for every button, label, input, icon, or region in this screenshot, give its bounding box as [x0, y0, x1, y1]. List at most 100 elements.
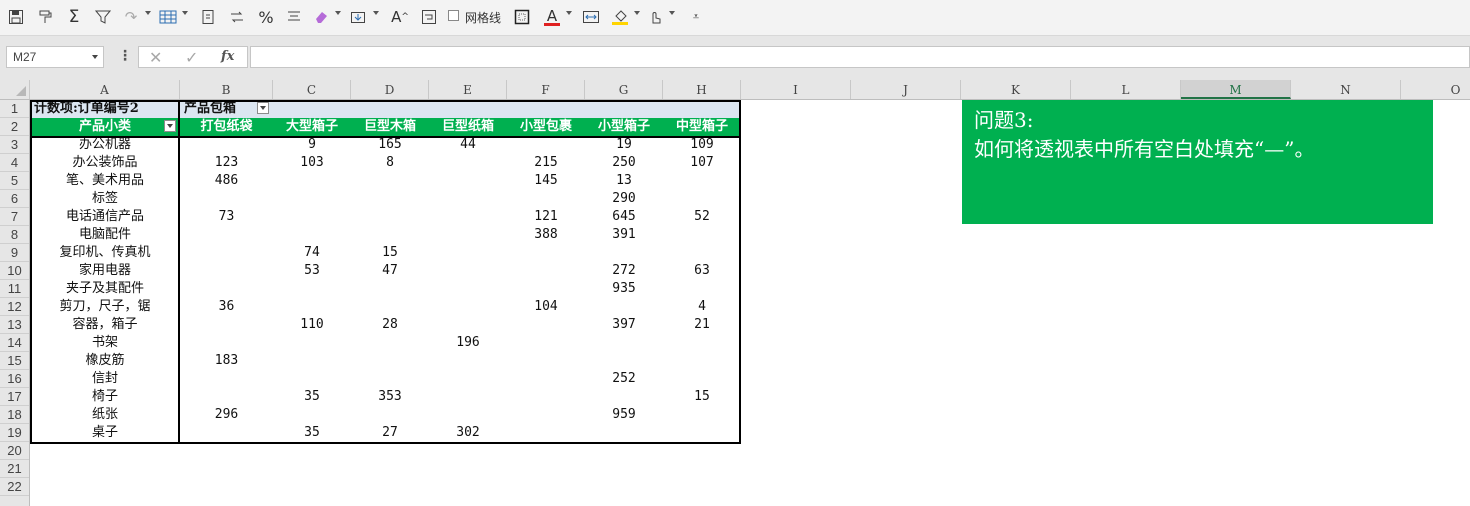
- pivot-value-cell[interactable]: 4: [663, 298, 741, 316]
- pivot-row-label[interactable]: 桌子: [30, 424, 180, 442]
- pivot-value-cell[interactable]: 21: [663, 316, 741, 334]
- column-header[interactable]: K: [961, 80, 1071, 99]
- redo-dropdown-icon[interactable]: [145, 11, 151, 15]
- filter-icon[interactable]: [93, 6, 113, 28]
- pivot-value-cell[interactable]: 27: [351, 424, 429, 442]
- pivot-value-cell[interactable]: [180, 370, 273, 388]
- enter-icon[interactable]: ✓: [185, 48, 198, 67]
- pivot-value-cell[interactable]: [663, 370, 741, 388]
- pivot-value-cell[interactable]: [273, 226, 351, 244]
- pivot-row-label[interactable]: 橡皮筋: [30, 352, 180, 370]
- wrap-icon[interactable]: [419, 6, 439, 28]
- column-header[interactable]: D: [351, 80, 429, 99]
- pivot-value-cell[interactable]: [351, 352, 429, 370]
- sum-icon[interactable]: Σ: [64, 6, 84, 28]
- pivot-value-cell[interactable]: [663, 424, 741, 442]
- column-header[interactable]: J: [851, 80, 961, 99]
- row-header[interactable]: 4: [0, 154, 29, 172]
- row-header[interactable]: 13: [0, 316, 29, 334]
- pivot-value-cell[interactable]: 397: [585, 316, 663, 334]
- pivot-value-cell[interactable]: [507, 136, 585, 154]
- pivot-row-label[interactable]: 复印机、传真机: [30, 244, 180, 262]
- pivot-value-cell[interactable]: 74: [273, 244, 351, 262]
- pivot-row-label[interactable]: 纸张: [30, 406, 180, 424]
- pivot-value-cell[interactable]: 353: [351, 388, 429, 406]
- row-header[interactable]: 18: [0, 406, 29, 424]
- eraser-icon[interactable]: [311, 6, 331, 28]
- pivot-value-cell[interactable]: [585, 334, 663, 352]
- pivot-value-cell[interactable]: 110: [273, 316, 351, 334]
- row-header[interactable]: 3: [0, 136, 29, 154]
- column-header[interactable]: E: [429, 80, 507, 99]
- pivot-value-cell[interactable]: [429, 280, 507, 298]
- pivot-value-cell[interactable]: 28: [351, 316, 429, 334]
- row-header[interactable]: 22: [0, 478, 29, 496]
- pivot-value-cell[interactable]: [429, 352, 507, 370]
- column-header[interactable]: F: [507, 80, 585, 99]
- paste-values-icon[interactable]: [198, 6, 218, 28]
- pivot-value-cell[interactable]: [585, 388, 663, 406]
- pivot-value-cell[interactable]: [507, 370, 585, 388]
- pivot-row-label[interactable]: 夹子及其配件: [30, 280, 180, 298]
- pivot-value-cell[interactable]: [507, 388, 585, 406]
- pivot-value-cell[interactable]: [351, 334, 429, 352]
- pivot-value-cell[interactable]: [351, 298, 429, 316]
- pivot-value-cell[interactable]: [180, 226, 273, 244]
- column-header[interactable]: I: [741, 80, 851, 99]
- pivot-value-cell[interactable]: 63: [663, 262, 741, 280]
- pivot-value-cell[interactable]: 272: [585, 262, 663, 280]
- pivot-value-cell[interactable]: [663, 172, 741, 190]
- pivot-value-cell[interactable]: [507, 280, 585, 298]
- pivot-value-cell[interactable]: [507, 424, 585, 442]
- pivot-row-label[interactable]: 容器，箱子: [30, 316, 180, 334]
- pivot-row-label[interactable]: 办公装饰品: [30, 154, 180, 172]
- switch-icon[interactable]: [227, 6, 247, 28]
- pivot-value-cell[interactable]: 196: [429, 334, 507, 352]
- pivot-value-cell[interactable]: [180, 262, 273, 280]
- pivot-value-cell[interactable]: [273, 370, 351, 388]
- row-header[interactable]: 19: [0, 424, 29, 442]
- pivot-value-cell[interactable]: 252: [585, 370, 663, 388]
- pivot-value-cell[interactable]: [585, 424, 663, 442]
- pivot-row-label[interactable]: 椅子: [30, 388, 180, 406]
- pivot-value-cell[interactable]: [507, 334, 585, 352]
- pivot-value-cell[interactable]: [429, 172, 507, 190]
- pivot-column-item[interactable]: 中型箱子: [663, 118, 741, 136]
- pivot-value-cell[interactable]: [273, 334, 351, 352]
- pivot-value-cell[interactable]: [273, 280, 351, 298]
- pivot-value-cell[interactable]: [585, 244, 663, 262]
- pivot-value-cell[interactable]: [429, 190, 507, 208]
- pivot-value-cell[interactable]: [351, 280, 429, 298]
- row-header[interactable]: 21: [0, 460, 29, 478]
- pivot-value-cell[interactable]: 645: [585, 208, 663, 226]
- pivot-value-cell[interactable]: [180, 244, 273, 262]
- pivot-value-cell[interactable]: [429, 388, 507, 406]
- pivot-value-cell[interactable]: [663, 190, 741, 208]
- name-box-dropdown-icon[interactable]: [92, 55, 98, 59]
- pivot-value-cell[interactable]: [429, 226, 507, 244]
- pivot-value-cell[interactable]: [180, 136, 273, 154]
- row-header[interactable]: 2: [0, 118, 29, 136]
- pivot-row-label[interactable]: 信封: [30, 370, 180, 388]
- pivot-row-label[interactable]: 书架: [30, 334, 180, 352]
- pivot-value-cell[interactable]: 302: [429, 424, 507, 442]
- pivot-value-cell[interactable]: 388: [507, 226, 585, 244]
- cell-grid[interactable]: 计数项:订单编号2 产品包箱 产品小类 打包纸袋 大型箱子 巨型木箱 巨型纸箱 小型包裹 小型箱…: [30, 100, 1470, 506]
- pivot-value-cell[interactable]: [180, 190, 273, 208]
- eraser-dropdown-icon[interactable]: [335, 11, 341, 15]
- pivot-value-cell[interactable]: [273, 208, 351, 226]
- touch-mode-dropdown-icon[interactable]: [669, 11, 675, 15]
- pivot-value-cell[interactable]: 104: [507, 298, 585, 316]
- pivot-value-cell[interactable]: [663, 352, 741, 370]
- pivot-row-field-header[interactable]: 产品小类: [30, 118, 180, 136]
- pivot-value-cell[interactable]: [429, 154, 507, 172]
- format-painter-icon[interactable]: [36, 6, 56, 28]
- pivot-value-cell[interactable]: [585, 352, 663, 370]
- pivot-value-cell[interactable]: 8: [351, 154, 429, 172]
- pivot-value-cell[interactable]: 109: [663, 136, 741, 154]
- pivot-value-cell[interactable]: 9: [273, 136, 351, 154]
- pivot-value-cell[interactable]: [429, 208, 507, 226]
- pivot-value-cell[interactable]: 35: [273, 424, 351, 442]
- pivot-value-cell[interactable]: 73: [180, 208, 273, 226]
- column-header[interactable]: B: [180, 80, 273, 99]
